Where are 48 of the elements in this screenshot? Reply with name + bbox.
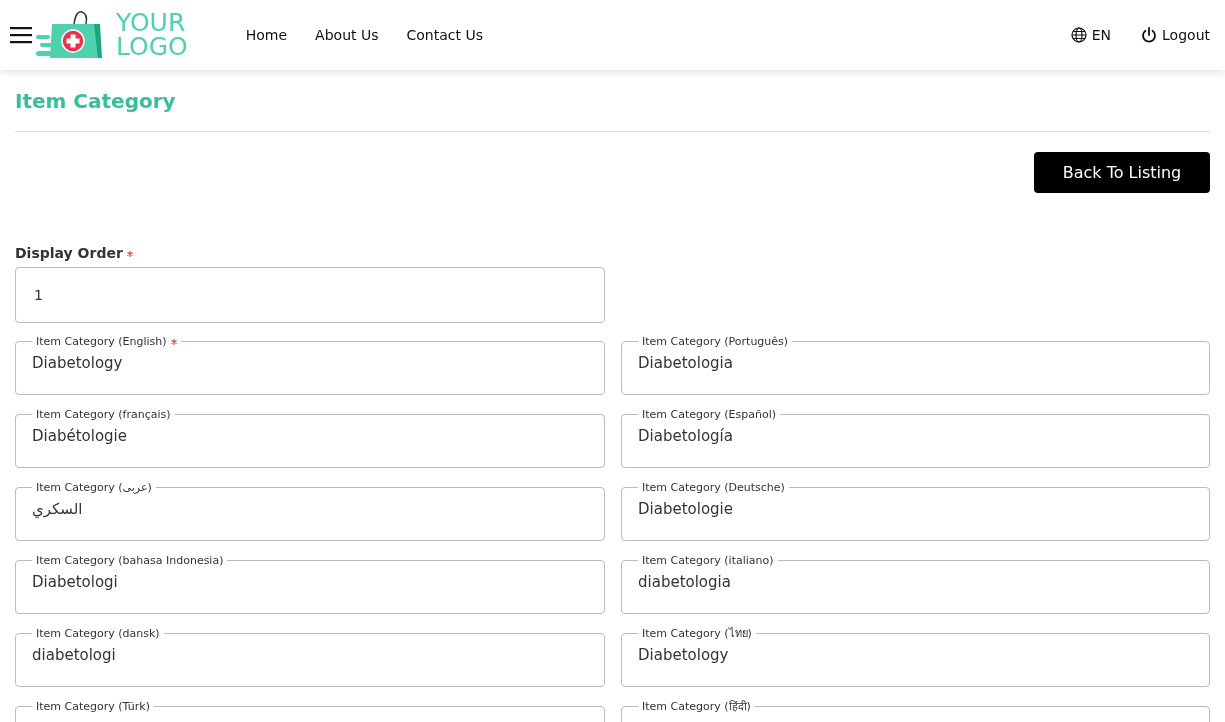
field-label: Item Category (Español): [642, 408, 777, 421]
logo-text: LOGO: [116, 35, 188, 59]
page-title: Item Category: [15, 88, 177, 115]
input-field[interactable]: Item Category (Español) Diabetología: [621, 408, 1210, 468]
field-label: Display Order: [15, 245, 123, 261]
input-field[interactable]: Item Category (हिंदी): [621, 700, 1210, 722]
field-label: Item Category (italiano): [642, 554, 774, 567]
field-value: diabetologia: [638, 572, 731, 593]
input-field[interactable]: Item Category (dansk) diabetologi: [15, 627, 605, 687]
field-label: Item Category (bahasa Indonesia): [36, 554, 224, 567]
field-value: Diabetologie: [638, 499, 733, 520]
field-value: Diabetologia: [638, 353, 733, 374]
input-field[interactable]: Item Category (ไทย) Diabetology: [621, 627, 1210, 687]
input-field[interactable]: Item Category (Português) Diabetologia: [621, 335, 1210, 395]
field-label: Item Category (English): [36, 335, 167, 348]
input-field[interactable]: Item Category (Türk): [15, 700, 605, 722]
input-field[interactable]: Item Category (Deutsche) Diabetologie: [621, 481, 1210, 541]
field-value: Diabetologi: [32, 572, 118, 593]
field-label: Item Category (Português): [642, 335, 789, 348]
nav-link[interactable]: Home: [245, 27, 288, 43]
field-label: Item Category (Deutsche): [642, 481, 785, 494]
field-label: Item Category (Türk): [36, 700, 150, 713]
input-field[interactable]: Item Category (English) Diabetology: [15, 335, 605, 395]
field-value: السكري: [32, 499, 83, 520]
nav-link[interactable]: About Us: [315, 27, 379, 43]
language-selector[interactable]: EN: [1070, 27, 1112, 43]
field-label: Item Category (dansk): [36, 627, 160, 640]
field-value: Diabetology: [32, 353, 123, 374]
logo-text: YOUR: [116, 11, 187, 35]
power-icon: [1141, 27, 1158, 43]
globe-icon: [1070, 27, 1087, 43]
field-value: diabetologi: [32, 645, 116, 666]
menu-icon[interactable]: [10, 26, 32, 44]
input-field[interactable]: Item Category (bahasa Indonesia) Diabetologi: [15, 554, 605, 614]
field-value: Diabetology: [638, 645, 729, 666]
field-label: Item Category (ไทย): [642, 627, 752, 640]
input-field[interactable]: Item Category (français) Diabétologie: [15, 408, 605, 468]
input-field[interactable]: Item Category (italiano) diabetologia: [621, 554, 1210, 614]
input-field[interactable]: Item Category (عربى) السكري: [15, 481, 605, 541]
field-value: Diabétologie: [32, 426, 127, 447]
display-order-field[interactable]: 1: [15, 267, 605, 323]
back-to-listing-button[interactable]: Back To Listing: [1034, 152, 1210, 193]
field-label: Item Category (हिंदी): [642, 700, 751, 713]
field-value: Diabetología: [638, 426, 733, 447]
nav-link[interactable]: Contact Us: [406, 27, 483, 43]
field-label: Item Category (français): [36, 408, 171, 421]
logout-link[interactable]: Logout: [1141, 27, 1210, 43]
field-label: Item Category (عربى): [36, 481, 152, 494]
